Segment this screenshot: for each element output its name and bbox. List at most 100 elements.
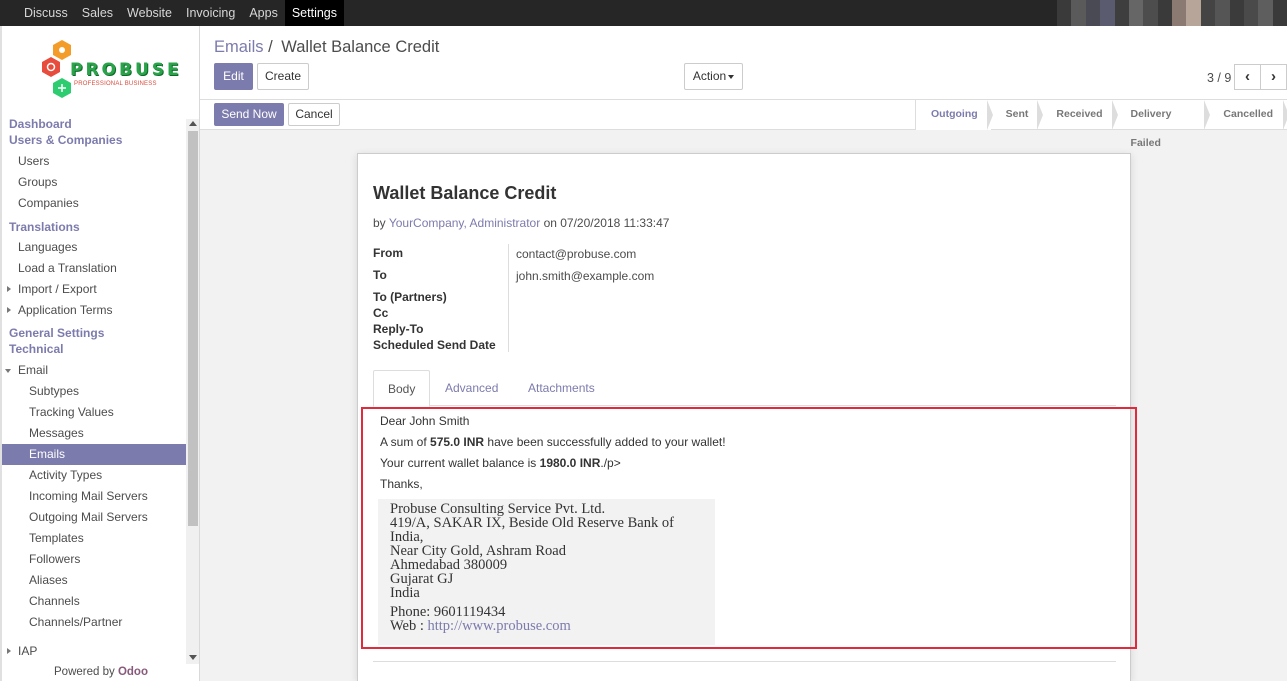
menu-followers[interactable]: Followers — [2, 549, 186, 570]
app-menu: Discuss Sales Website Invoicing Apps Set… — [0, 0, 344, 26]
tab-advanced[interactable]: Advanced — [431, 370, 512, 406]
menu-invoicing[interactable]: Invoicing — [179, 0, 242, 26]
send-now-button[interactable]: Send Now — [214, 103, 284, 126]
control-panel: Emails / Wallet Balance Credit Edit Crea… — [200, 26, 1287, 100]
menu-website[interactable]: Website — [120, 0, 179, 26]
user-menu-blurred[interactable] — [1057, 0, 1287, 26]
field-separator — [508, 244, 509, 352]
breadcrumb-separator: / — [268, 38, 273, 56]
notebook-tabs: Body Advanced Attachments — [373, 370, 1116, 407]
settings-menu: Dashboard Users & Companies Users Groups… — [2, 116, 186, 662]
email-form-sheet: Wallet Balance Credit by YourCompany, Ad… — [357, 153, 1137, 681]
menu-settings[interactable]: Settings — [284, 0, 344, 26]
signature-company: Probuse Consulting Service Pvt. Ltd. — [390, 501, 606, 517]
stage-delivery-failed[interactable]: Delivery Failed — [1116, 100, 1211, 149]
tab-body[interactable]: Body — [373, 370, 431, 407]
email-signature: Probuse Consulting Service Pvt. Ltd. 419… — [378, 499, 715, 645]
sidebar: PROBUSE PROFESSIONAL BUSINESS Dashboard … — [0, 26, 200, 681]
bottom-divider — [373, 661, 1116, 662]
menu-translations[interactable]: Translations — [2, 219, 186, 235]
company-logo: PROBUSE PROFESSIONAL BUSINESS — [2, 26, 199, 116]
stage-outgoing[interactable]: Outgoing — [916, 100, 993, 130]
signature-phone: Phone: 9601119434 — [390, 604, 506, 620]
menu-aliases[interactable]: Aliases — [2, 570, 186, 591]
signature-address-4: Ahmedabad 380009 — [390, 557, 508, 573]
status-bar: Send Now Cancel Outgoing Sent Received D… — [200, 100, 1287, 149]
signature-address-3: Near City Gold, Ashram Road — [390, 543, 566, 559]
menu-users[interactable]: Users — [2, 151, 186, 172]
odoo-link[interactable]: Odoo — [118, 666, 148, 678]
menu-sales[interactable]: Sales — [75, 0, 120, 26]
breadcrumb: Emails / Wallet Balance Credit — [214, 38, 439, 57]
pager-value[interactable]: 3 / 9 — [1207, 71, 1231, 85]
logo-brand: PROBUSE — [70, 60, 182, 80]
menu-import-export[interactable]: Import / Export — [2, 279, 186, 300]
menu-outgoing-mail-servers[interactable]: Outgoing Mail Servers — [2, 507, 186, 528]
menu-incoming-mail-servers[interactable]: Incoming Mail Servers — [2, 486, 186, 507]
logo-tagline: PROFESSIONAL BUSINESS — [74, 81, 157, 87]
menu-apps[interactable]: Apps — [242, 0, 285, 26]
scheduled-send-date-label: Scheduled Send Date — [373, 338, 496, 352]
to-value: john.smith@example.com — [516, 269, 655, 283]
tab-attachments[interactable]: Attachments — [514, 370, 609, 406]
menu-dashboard[interactable]: Dashboard — [2, 116, 186, 132]
menu-application-terms[interactable]: Application Terms — [2, 300, 186, 321]
menu-groups[interactable]: Groups — [2, 172, 186, 193]
menu-subtypes[interactable]: Subtypes — [2, 381, 186, 402]
stage-received[interactable]: Received — [1041, 100, 1118, 130]
menu-messages[interactable]: Messages — [2, 423, 186, 444]
create-button[interactable]: Create — [257, 63, 309, 90]
signature-address-2: India, — [390, 529, 424, 545]
from-value: contact@probuse.com — [516, 247, 637, 261]
top-navbar: Discuss Sales Website Invoicing Apps Set… — [0, 0, 1287, 26]
menu-discuss[interactable]: Discuss — [17, 0, 75, 26]
signature-address-6: India — [390, 585, 420, 601]
scroll-down-icon[interactable] — [189, 655, 197, 660]
breadcrumb-current: Wallet Balance Credit — [281, 38, 440, 56]
menu-channels[interactable]: Channels — [2, 591, 186, 612]
email-byline: by YourCompany, Administrator on 07/20/2… — [373, 216, 670, 230]
menu-iap[interactable]: IAP — [2, 641, 186, 662]
menu-languages[interactable]: Languages — [2, 237, 186, 258]
menu-channels-partner[interactable]: Channels/Partner — [2, 612, 186, 633]
status-stages: Outgoing Sent Received Delivery Failed C… — [915, 100, 1287, 149]
menu-emails[interactable]: Emails — [2, 444, 186, 465]
pager-previous-button[interactable]: ‹ — [1234, 64, 1261, 90]
menu-companies[interactable]: Companies — [2, 193, 186, 214]
signature-address-1: 419/A, SAKAR IX, Beside Old Reserve Bank… — [390, 515, 674, 531]
body-thanks: Thanks, — [380, 477, 423, 491]
body-sum-line: A sum of 575.0 INR have been successfull… — [380, 435, 726, 449]
signature-web: Web : http://www.probuse.com — [390, 618, 571, 634]
balance-amount: 1980.0 INR — [539, 456, 601, 470]
menu-general-settings[interactable]: General Settings — [2, 325, 186, 341]
menu-templates[interactable]: Templates — [2, 528, 186, 549]
breadcrumb-emails[interactable]: Emails — [214, 38, 264, 56]
stage-cancelled[interactable]: Cancelled — [1208, 100, 1287, 130]
scroll-up-icon[interactable] — [189, 121, 197, 126]
body-balance-line: Your current wallet balance is 1980.0 IN… — [380, 456, 621, 470]
scrollbar-thumb[interactable] — [188, 131, 198, 526]
sum-amount: 575.0 INR — [430, 435, 485, 449]
email-subject: Wallet Balance Credit — [373, 183, 557, 203]
cancel-button[interactable]: Cancel — [288, 103, 340, 126]
body-greeting: Dear John Smith — [380, 414, 470, 428]
powered-by: Powered by Odoo — [54, 666, 148, 678]
menu-load-translation[interactable]: Load a Translation — [2, 258, 186, 279]
to-partners-label: To (Partners) — [373, 290, 447, 304]
caret-down-icon — [728, 74, 735, 79]
menu-activity-types[interactable]: Activity Types — [2, 465, 186, 486]
stage-sent[interactable]: Sent — [991, 100, 1044, 130]
action-dropdown[interactable]: Action — [684, 63, 743, 90]
edit-button[interactable]: Edit — [214, 63, 253, 90]
menu-users-companies[interactable]: Users & Companies — [2, 132, 186, 148]
pager-next-button[interactable]: › — [1260, 64, 1287, 90]
to-label: To — [373, 268, 387, 282]
cc-label: Cc — [373, 306, 389, 320]
signature-web-link[interactable]: http://www.probuse.com — [428, 618, 571, 634]
menu-tracking-values[interactable]: Tracking Values — [2, 402, 186, 423]
sidebar-scrollbar[interactable] — [186, 119, 199, 664]
author-link[interactable]: YourCompany, Administrator — [389, 216, 540, 230]
menu-email[interactable]: Email — [2, 360, 186, 381]
signature-address-5: Gujarat GJ — [390, 571, 454, 587]
menu-technical[interactable]: Technical — [2, 341, 186, 357]
